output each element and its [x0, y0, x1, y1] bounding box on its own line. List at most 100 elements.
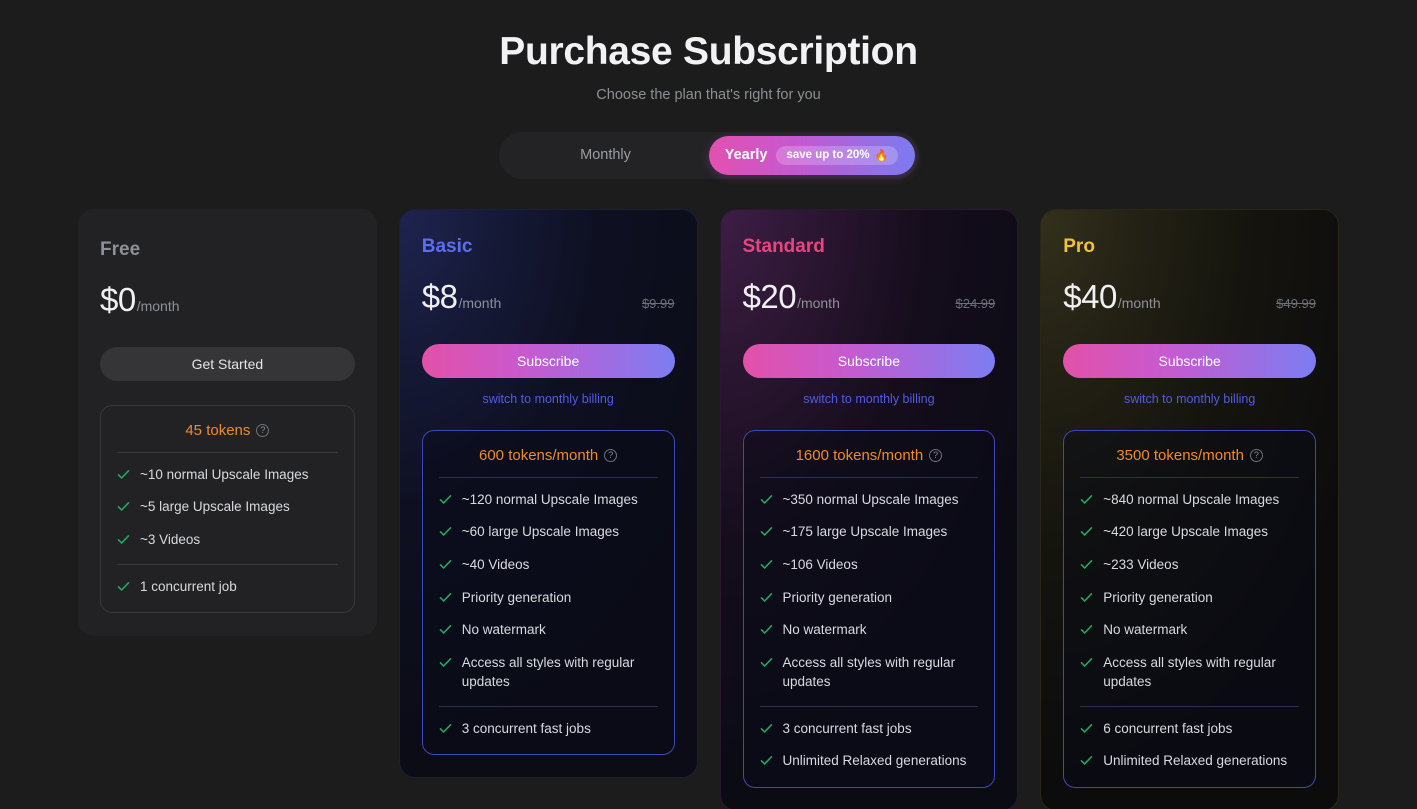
- check-icon: [439, 722, 452, 735]
- feature-text: Access all styles with regular updates: [461, 654, 635, 690]
- save-badge: save up to 20% 🔥: [776, 145, 899, 165]
- help-icon[interactable]: ?: [929, 448, 943, 462]
- divider: [438, 705, 658, 707]
- feature-text: 6 concurrent fast jobs: [1103, 720, 1233, 736]
- feature-text: No watermark: [461, 622, 546, 638]
- check-icon: [1080, 493, 1093, 506]
- check-icon: [760, 623, 773, 636]
- feature-group-secondary-free: 1 concurrent job: [117, 577, 338, 597]
- check-icon: [760, 754, 773, 767]
- feature-group-primary-pro: ~840 normal Upscale Images ~420 large Up…: [1080, 490, 1299, 692]
- check-icon: [1080, 591, 1093, 604]
- feature-group-primary-standard: ~350 normal Upscale Images ~175 large Up…: [760, 490, 979, 692]
- check-icon: [439, 591, 452, 604]
- help-icon[interactable]: ?: [256, 423, 270, 437]
- switch-billing-link-basic[interactable]: switch to monthly billing: [422, 392, 675, 406]
- check-icon: [117, 500, 130, 513]
- list-item: Priority generation: [1080, 588, 1299, 608]
- feature-text: No watermark: [1103, 622, 1188, 638]
- tokens-label-pro: 3500 tokens/month: [1116, 446, 1244, 464]
- price-amount-pro: $40: [1063, 277, 1117, 315]
- check-icon: [1080, 623, 1093, 636]
- check-icon: [1080, 722, 1093, 735]
- list-item: ~350 normal Upscale Images: [760, 490, 979, 510]
- feature-text: ~3 Videos: [140, 531, 201, 547]
- list-item: No watermark: [439, 620, 658, 640]
- list-item: ~40 Videos: [439, 555, 658, 575]
- plan-name-pro: Pro: [1063, 235, 1095, 257]
- tokens-label-standard: 1600 tokens/month: [795, 446, 924, 464]
- toggle-option-yearly[interactable]: Yearly save up to 20% 🔥: [708, 135, 915, 175]
- feature-group-primary-basic: ~120 normal Upscale Images ~60 large Ups…: [439, 490, 658, 692]
- list-item: Unlimited Relaxed generations: [760, 751, 979, 771]
- feature-text: ~106 Videos: [782, 556, 858, 572]
- price-row-free: $0 /month: [100, 281, 355, 319]
- feature-text: 1 concurrent job: [140, 578, 237, 594]
- switch-billing-link-pro[interactable]: switch to monthly billing: [1063, 392, 1316, 406]
- price-period-pro: /month: [1117, 294, 1161, 311]
- check-icon: [439, 558, 452, 571]
- feature-group-secondary-basic: 3 concurrent fast jobs: [439, 719, 658, 739]
- check-icon: [439, 623, 452, 636]
- check-icon: [760, 525, 773, 538]
- toggle-option-monthly[interactable]: Monthly: [503, 136, 709, 175]
- billing-toggle-wrapper: Monthly Yearly save up to 20% 🔥: [0, 131, 1417, 179]
- help-icon[interactable]: ?: [1249, 448, 1263, 462]
- features-box-pro: 3500 tokens/month ? ~840 normal Upscale …: [1063, 429, 1316, 788]
- subscribe-button-pro[interactable]: Subscribe: [1063, 343, 1316, 378]
- list-item: Priority generation: [760, 588, 979, 608]
- divider: [759, 476, 979, 478]
- plan-card-basic: Basic $8 /month $9.99 Subscribe switch t…: [398, 208, 698, 779]
- get-started-button[interactable]: Get Started: [100, 346, 355, 381]
- divider: [117, 451, 338, 453]
- feature-text: Access all styles with regular updates: [782, 654, 956, 690]
- list-item: Access all styles with regular updates: [1080, 653, 1299, 692]
- list-item: ~840 normal Upscale Images: [1080, 490, 1299, 510]
- tokens-row-basic: 600 tokens/month ?: [439, 447, 658, 477]
- price-amount-standard: $20: [742, 277, 797, 315]
- save-badge-label: save up to 20%: [786, 149, 870, 162]
- billing-toggle[interactable]: Monthly Yearly save up to 20% 🔥: [498, 131, 919, 179]
- price-row-standard: $20 /month $24.99: [743, 278, 996, 316]
- divider: [759, 705, 979, 707]
- subscribe-button-standard[interactable]: Subscribe: [742, 343, 996, 378]
- pricing-page: Purchase Subscription Choose the plan th…: [0, 0, 1417, 809]
- check-icon: [1080, 656, 1093, 669]
- flame-icon: 🔥: [874, 149, 889, 162]
- page-header: Purchase Subscription Choose the plan th…: [0, 0, 1417, 103]
- feature-text: Unlimited Relaxed generations: [782, 753, 967, 769]
- tokens-label-basic: 600 tokens/month: [479, 446, 599, 464]
- divider: [1080, 476, 1299, 478]
- price-period-standard: /month: [797, 294, 840, 311]
- old-price-pro: $49.99: [1276, 295, 1316, 311]
- list-item: ~3 Videos: [117, 530, 338, 550]
- check-icon: [760, 656, 773, 669]
- check-icon: [760, 722, 773, 735]
- check-icon: [439, 525, 452, 538]
- toggle-monthly-label: Monthly: [580, 147, 631, 164]
- tokens-row-free: 45 tokens ?: [117, 422, 338, 452]
- plan-card-free: Free $0 /month Get Started 45 tokens ? ~…: [78, 208, 377, 636]
- features-box-standard: 1600 tokens/month ? ~350 normal Upscale …: [742, 429, 996, 788]
- feature-text: ~60 large Upscale Images: [461, 524, 619, 540]
- list-item: 3 concurrent fast jobs: [439, 719, 658, 739]
- feature-text: ~233 Videos: [1103, 556, 1179, 572]
- toggle-yearly-label: Yearly: [724, 147, 768, 164]
- switch-billing-link-standard[interactable]: switch to monthly billing: [743, 392, 996, 406]
- list-item: 6 concurrent fast jobs: [1080, 719, 1299, 739]
- feature-text: ~120 normal Upscale Images: [461, 491, 638, 507]
- feature-text: No watermark: [782, 622, 867, 638]
- feature-text: ~40 Videos: [461, 556, 530, 572]
- list-item: 1 concurrent job: [117, 577, 338, 597]
- list-item: Unlimited Relaxed generations: [1080, 751, 1299, 771]
- list-item: Priority generation: [439, 588, 658, 608]
- list-item: No watermark: [1080, 620, 1299, 640]
- feature-group-secondary-pro: 6 concurrent fast jobs Unlimited Relaxed…: [1080, 719, 1299, 771]
- feature-text: ~10 normal Upscale Images: [140, 466, 309, 482]
- feature-group-secondary-standard: 3 concurrent fast jobs Unlimited Relaxed…: [760, 719, 979, 771]
- list-item: ~120 normal Upscale Images: [439, 490, 658, 510]
- feature-group-primary-free: ~10 normal Upscale Images ~5 large Upsca…: [117, 465, 338, 550]
- subscribe-button-basic[interactable]: Subscribe: [421, 343, 675, 378]
- check-icon: [1080, 558, 1093, 571]
- help-icon[interactable]: ?: [604, 448, 618, 462]
